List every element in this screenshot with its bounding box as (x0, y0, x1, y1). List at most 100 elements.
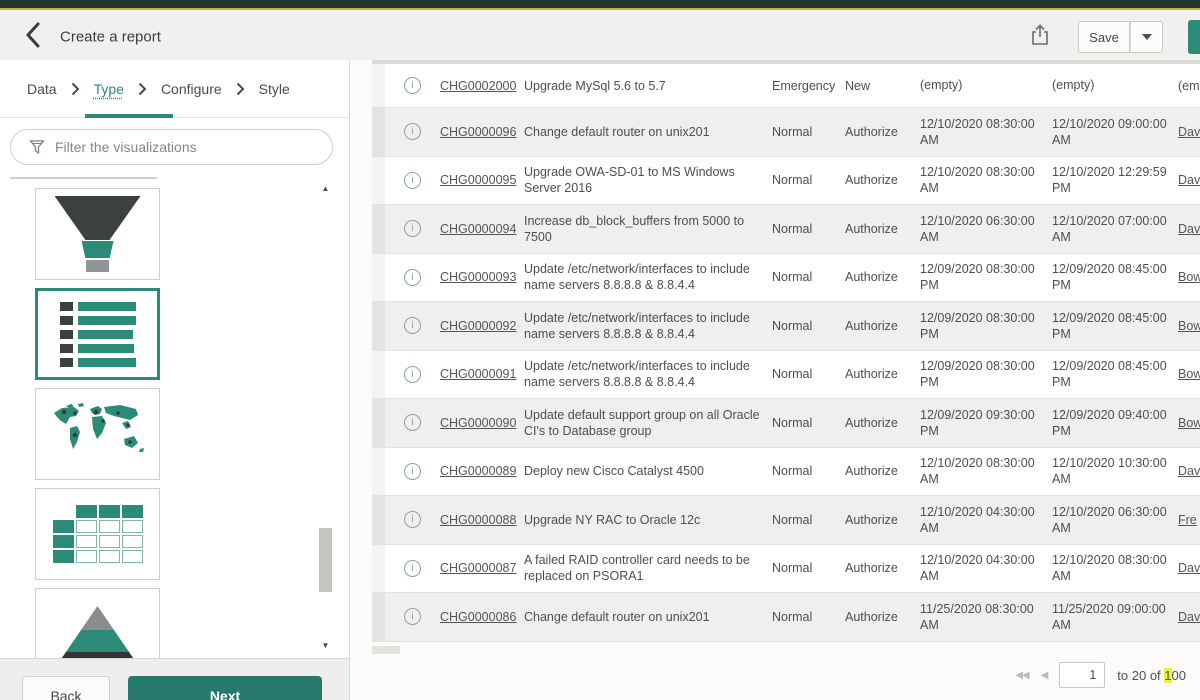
change-number-cell: CHG0000089 (440, 464, 524, 478)
assigned-link[interactable]: Bow (1178, 367, 1200, 381)
short-description-cell: Deploy new Cisco Catalyst 4500 (524, 463, 772, 479)
row-info-cell: i (385, 317, 440, 334)
assigned-link[interactable]: Dav (1178, 125, 1200, 139)
app-header: Create a report Save (0, 10, 1200, 60)
state-cell: Authorize (845, 173, 920, 187)
table-row: i CHG0000090 Update default support grou… (372, 399, 1200, 448)
run-button-partial[interactable] (1188, 20, 1200, 54)
info-icon[interactable]: i (404, 414, 421, 431)
priority-cell: Normal (772, 270, 845, 284)
breadcrumb-step-type[interactable]: Type (94, 81, 124, 97)
previous-page-button[interactable]: ◀ (1041, 670, 1048, 681)
change-number-link[interactable]: CHG0000095 (440, 173, 516, 187)
assigned-cell: Dav (1178, 610, 1200, 624)
row-info-cell: i (385, 608, 440, 625)
info-icon[interactable]: i (404, 269, 421, 286)
end-date-cell: 11/25/2020 09:00:00AM (1052, 601, 1178, 634)
page-number-input[interactable] (1059, 662, 1105, 688)
change-number-link[interactable]: CHG0000088 (440, 513, 516, 527)
assigned-link[interactable]: Dav (1178, 173, 1200, 187)
assigned-link[interactable]: Bow (1178, 319, 1200, 333)
filter-visualizations-input[interactable] (10, 129, 333, 165)
assigned-link[interactable]: Dav (1178, 610, 1200, 624)
assigned-cell: Dav (1178, 561, 1200, 575)
change-number-cell: CHG0000088 (440, 513, 524, 527)
change-number-cell: CHG0000086 (440, 610, 524, 624)
scroll-down-arrow[interactable]: ▼ (318, 640, 333, 652)
info-icon[interactable]: i (404, 366, 421, 383)
priority-cell: Normal (772, 222, 845, 236)
change-number-link[interactable]: CHG0000091 (440, 367, 516, 381)
viz-type-funnel[interactable] (35, 188, 160, 280)
info-icon[interactable]: i (404, 220, 421, 237)
end-date-cell: (empty) (1052, 77, 1178, 93)
assigned-link[interactable]: Bow (1178, 416, 1200, 430)
change-number-link[interactable]: CHG0000089 (440, 464, 516, 478)
info-icon[interactable]: i (404, 172, 421, 189)
assigned-link[interactable]: Dav (1178, 561, 1200, 575)
end-date-cell: 12/09/2020 08:45:00PM (1052, 261, 1178, 294)
viz-type-map[interactable] (35, 388, 160, 480)
breadcrumb-step-data[interactable]: Data (27, 81, 57, 97)
info-icon[interactable]: i (404, 317, 421, 334)
save-button[interactable]: Save (1078, 21, 1130, 53)
change-number-cell: CHG0000087 (440, 561, 524, 575)
back-arrow-button[interactable] (20, 22, 46, 50)
report-preview-area: i CHG0002000 Upgrade MySql 5.6 to 5.7 Em… (350, 60, 1200, 700)
chevron-right-icon (71, 82, 80, 96)
change-number-link[interactable]: CHG0000093 (440, 270, 516, 284)
row-info-cell: i (385, 366, 440, 383)
end-date-cell: 12/10/2020 12:29:59PM (1052, 164, 1178, 197)
info-icon[interactable]: i (404, 608, 421, 625)
first-page-button[interactable]: ◀◀ (1015, 670, 1028, 681)
change-number-link[interactable]: CHG0000087 (440, 561, 516, 575)
save-dropdown-button[interactable] (1130, 21, 1163, 53)
change-request-table: i CHG0002000 Upgrade MySql 5.6 to 5.7 Em… (372, 64, 1200, 642)
viz-type-list[interactable] (35, 288, 160, 380)
info-icon[interactable]: i (404, 463, 421, 480)
state-cell: Authorize (845, 416, 920, 430)
share-button[interactable] (1028, 23, 1052, 49)
info-icon[interactable]: i (404, 77, 421, 94)
info-icon[interactable]: i (404, 560, 421, 577)
assigned-cell: (em (1178, 79, 1200, 93)
viz-type-table[interactable] (35, 488, 160, 580)
total-count: 00 (1172, 668, 1186, 683)
share-export-icon (1030, 35, 1050, 50)
world-map-icon (48, 401, 148, 468)
info-icon[interactable]: i (404, 123, 421, 140)
filter-field-wrap (10, 129, 333, 165)
assigned-link: (em (1178, 79, 1200, 93)
next-button[interactable]: Next (128, 676, 322, 700)
row-info-cell: i (385, 560, 440, 577)
assigned-link[interactable]: Dav (1178, 464, 1200, 478)
back-button[interactable]: Back (22, 676, 110, 700)
row-info-cell: i (385, 511, 440, 528)
breadcrumb-step-configure[interactable]: Configure (161, 81, 222, 97)
table-row: i CHG0000088 Upgrade NY RAC to Oracle 12… (372, 496, 1200, 545)
scrollbar-thumb[interactable] (319, 528, 332, 592)
change-number-cell: CHG0000090 (440, 416, 524, 430)
table-row: i CHG0000086 Change default router on un… (372, 593, 1200, 642)
viz-type-pyramid[interactable] (35, 588, 160, 658)
page-title: Create a report (60, 29, 161, 46)
short-description-cell: Update default support group on all Orac… (524, 407, 772, 439)
change-number-link[interactable]: CHG0002000 (440, 79, 516, 93)
change-number-link[interactable]: CHG0000090 (440, 416, 516, 430)
state-cell: Authorize (845, 125, 920, 139)
active-step-indicator (85, 114, 173, 118)
scroll-up-arrow[interactable]: ▲ (318, 183, 333, 195)
table-row: i CHG0000092 Update /etc/network/interfa… (372, 302, 1200, 351)
short-description-cell: Update /etc/network/interfaces to includ… (524, 358, 772, 390)
breadcrumb-step-style[interactable]: Style (259, 81, 290, 97)
assigned-link[interactable]: Fre (1178, 513, 1197, 527)
create-report-screen: Create a report Save Data Type (0, 0, 1200, 700)
change-number-link[interactable]: CHG0000094 (440, 222, 516, 236)
change-number-link[interactable]: CHG0000096 (440, 125, 516, 139)
change-number-link[interactable]: CHG0000086 (440, 610, 516, 624)
assigned-link[interactable]: Bow (1178, 270, 1200, 284)
end-date-cell: 12/09/2020 09:40:00PM (1052, 407, 1178, 440)
info-icon[interactable]: i (404, 511, 421, 528)
assigned-link[interactable]: Dav (1178, 222, 1200, 236)
change-number-link[interactable]: CHG0000092 (440, 319, 516, 333)
